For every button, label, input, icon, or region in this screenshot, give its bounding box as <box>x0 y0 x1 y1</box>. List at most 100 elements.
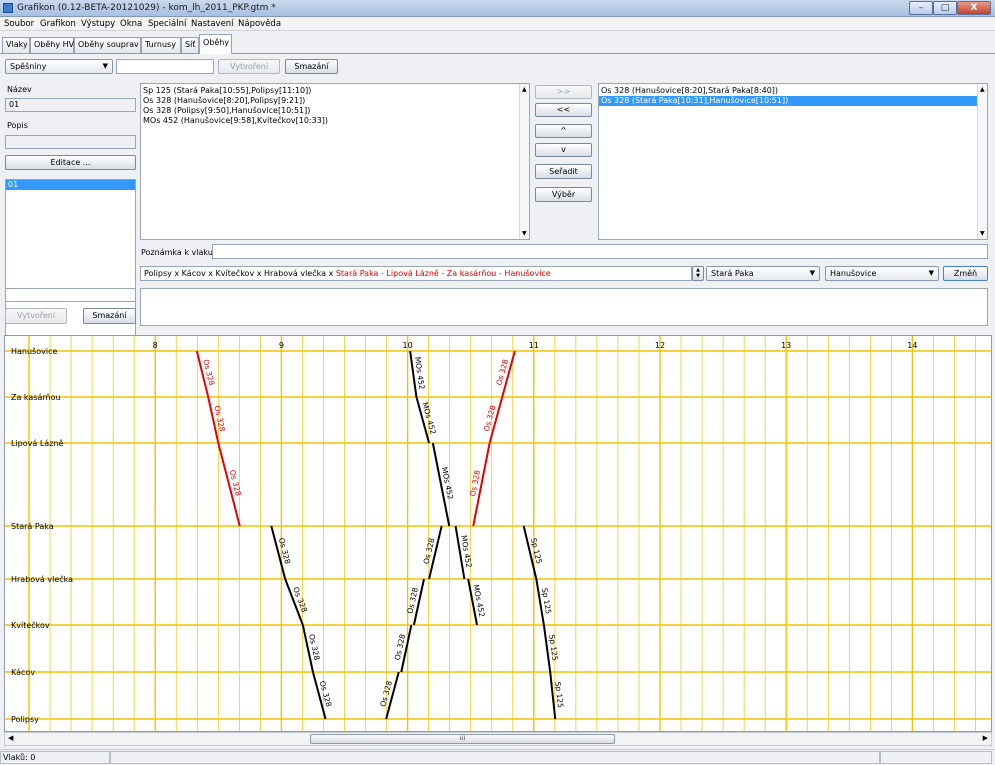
train-label: Os 328 <box>228 469 243 497</box>
available-trains-list[interactable]: Sp 125 (Stará Paka[10:55],Polipsy[11:10]… <box>140 83 530 240</box>
train-label: Os 328 <box>318 680 334 708</box>
app-icon <box>3 3 13 13</box>
scroll-up-icon[interactable]: ▲ <box>522 86 527 93</box>
route-spinner[interactable]: ▲ ▼ <box>692 266 704 281</box>
chevron-down-icon: ▼ <box>102 62 108 70</box>
delete-circulation-button[interactable]: Smazání <box>285 59 338 74</box>
change-button[interactable]: Změň <box>943 266 988 281</box>
create-circulation-button[interactable]: Vytvoření <box>218 59 280 74</box>
description-field[interactable] <box>5 135 136 149</box>
remove-button[interactable]: << <box>535 103 592 117</box>
edit-button[interactable]: Editace ... <box>5 155 136 170</box>
to-station-value: Hanušovice <box>830 269 877 278</box>
menu-specialni[interactable]: Speciální <box>148 19 186 29</box>
tab-obehy-souprav[interactable]: Oběhy souprav <box>74 37 141 53</box>
delete-button[interactable]: Smazání <box>83 308 136 324</box>
title-bar: Grafikon (0.12-BETA-20121029) - kom_lh_2… <box>0 0 995 17</box>
hour-tick-label: 8 <box>153 341 158 350</box>
status-cell <box>880 751 992 764</box>
scroll-down-icon[interactable]: ▼ <box>980 230 985 237</box>
select-button[interactable]: Výběr <box>535 187 592 202</box>
route-text: Polipsy x Kácov x Kvítečkov x Hrabová vl… <box>144 269 336 278</box>
list-item-selected[interactable]: Os 328 (Stará Paka[10:31],Hanušovice[10:… <box>599 96 987 106</box>
note-label: Poznámka k vlaku: <box>141 248 216 257</box>
from-station-value: Stará Paka <box>711 269 754 278</box>
train-label: Os 328 <box>277 537 292 565</box>
chevron-down-icon: ▼ <box>928 269 934 277</box>
maximize-button[interactable]: □ <box>933 1 957 15</box>
status-bar: Vlaků: 0 <box>0 749 995 765</box>
menu-nastaveni[interactable]: Nastavení <box>191 19 234 29</box>
list-item[interactable]: Sp 125 (Stará Paka[10:55],Polipsy[11:10]… <box>141 86 529 96</box>
hour-tick-label: 10 <box>403 341 413 350</box>
route-field: Polipsy x Kácov x Kvítečkov x Hrabová vl… <box>140 266 692 281</box>
circulation-list-item[interactable]: 01 <box>6 180 135 190</box>
tab-sit[interactable]: Síť <box>181 37 199 53</box>
menu-soubor[interactable]: Soubor <box>4 19 34 29</box>
vertical-scrollbar[interactable]: ▲ ▼ <box>519 84 529 239</box>
train-graph-svg: 8 9 10 11 12 13 14 Hanušovice Za kasárňou Lipová … <box>5 336 991 731</box>
name-field[interactable]: 01 <box>5 98 136 112</box>
station-label: Lipová Lázně <box>11 439 63 448</box>
name-label: Název <box>7 85 32 94</box>
list-item[interactable]: MOs 452 (Hanušovice[9:58],Kvítečkov[10:3… <box>141 116 529 126</box>
hour-tick-label: 13 <box>781 341 791 350</box>
list-item[interactable]: Os 328 (Hanušovice[8:20],Polipsy[9:21]) <box>141 96 529 106</box>
sort-button[interactable]: Seřadit <box>535 164 592 179</box>
train-label: Os 328 <box>378 680 394 708</box>
close-button[interactable]: X <box>957 1 991 15</box>
status-train-count: Vlaků: 0 <box>0 751 110 764</box>
train-graph[interactable]: 8 9 10 11 12 13 14 Hanušovice Za kasárňou Lipová … <box>4 335 992 732</box>
status-cell <box>110 751 880 764</box>
hour-tick-label: 9 <box>279 341 284 350</box>
list-item[interactable]: Os 328 (Hanušovice[8:20],Stará Paka[8:40… <box>599 86 987 96</box>
create-button[interactable]: Vytvoření <box>5 308 67 324</box>
menu-vystupy[interactable]: Výstupy <box>81 19 115 29</box>
train-label: Os 328 <box>201 358 216 386</box>
tab-obehy-hv[interactable]: Oběhy HV <box>30 37 74 53</box>
tab-obehy[interactable]: Oběhy <box>199 34 232 54</box>
hour-tick-label: 11 <box>529 341 539 350</box>
move-up-button[interactable]: ^ <box>535 124 592 138</box>
hour-tick-label: 12 <box>655 341 665 350</box>
train-label: Os 328 <box>482 404 498 432</box>
minimize-button[interactable]: – <box>909 1 933 15</box>
scroll-right-icon[interactable]: ▶ <box>983 734 988 742</box>
menu-okna[interactable]: Okna <box>120 19 142 29</box>
station-label: Polipsy <box>11 715 39 724</box>
menu-napoveda[interactable]: Nápověda <box>238 19 281 29</box>
circulation-name-input[interactable] <box>116 59 214 74</box>
detail-area <box>140 288 988 326</box>
from-station-select[interactable]: Stará Paka ▼ <box>706 266 820 281</box>
window-title: Grafikon (0.12-BETA-20121029) - kom_lh_2… <box>17 3 276 13</box>
menu-grafikon[interactable]: Grafikon <box>40 19 76 29</box>
hour-tick-label: 14 <box>907 341 917 350</box>
list-item[interactable]: Os 328 (Polipsy[9:50],Hanušovice[10:51]) <box>141 106 529 116</box>
add-all-button[interactable]: >> <box>535 85 592 99</box>
new-circulation-input[interactable] <box>5 288 136 302</box>
horizontal-scrollbar[interactable]: ◀ ⁞⁞⁞ ▶ <box>4 732 992 746</box>
station-label: Kácov <box>11 668 35 677</box>
circulation-editor: Spěšniny ▼ Vytvoření Smazání Název 01 Po… <box>0 55 995 337</box>
menu-bar: Soubor Grafikon Výstupy Okna Speciální N… <box>0 17 995 31</box>
train-label: MOs 452 <box>440 466 455 500</box>
train-label: Os 328 <box>494 358 510 386</box>
circulation-type-select[interactable]: Spěšniny ▼ <box>5 59 113 74</box>
station-label: Hrabová vlečka <box>11 574 73 584</box>
scroll-down-icon[interactable]: ▼ <box>522 230 527 237</box>
tab-vlaky[interactable]: Vlaky <box>2 37 30 53</box>
scroll-left-icon[interactable]: ◀ <box>8 734 13 742</box>
station-label: Kvítečkov <box>11 620 50 630</box>
station-label: Hanušovice <box>11 346 57 356</box>
tab-turnusy[interactable]: Turnusy <box>141 37 181 53</box>
note-input[interactable] <box>212 244 988 259</box>
tab-bar: Vlaky Oběhy HV Oběhy souprav Turnusy Síť… <box>0 32 995 54</box>
vertical-scrollbar[interactable]: ▲ ▼ <box>977 84 987 239</box>
station-label: Stará Paka <box>11 522 54 531</box>
move-down-button[interactable]: v <box>535 143 592 157</box>
scroll-up-icon[interactable]: ▲ <box>980 86 985 93</box>
scroll-thumb[interactable]: ⁞⁞⁞ <box>310 734 615 744</box>
chevron-down-icon: ▼ <box>809 269 815 277</box>
to-station-select[interactable]: Hanušovice ▼ <box>825 266 939 281</box>
selected-trains-list[interactable]: Os 328 (Hanušovice[8:20],Stará Paka[8:40… <box>598 83 988 240</box>
